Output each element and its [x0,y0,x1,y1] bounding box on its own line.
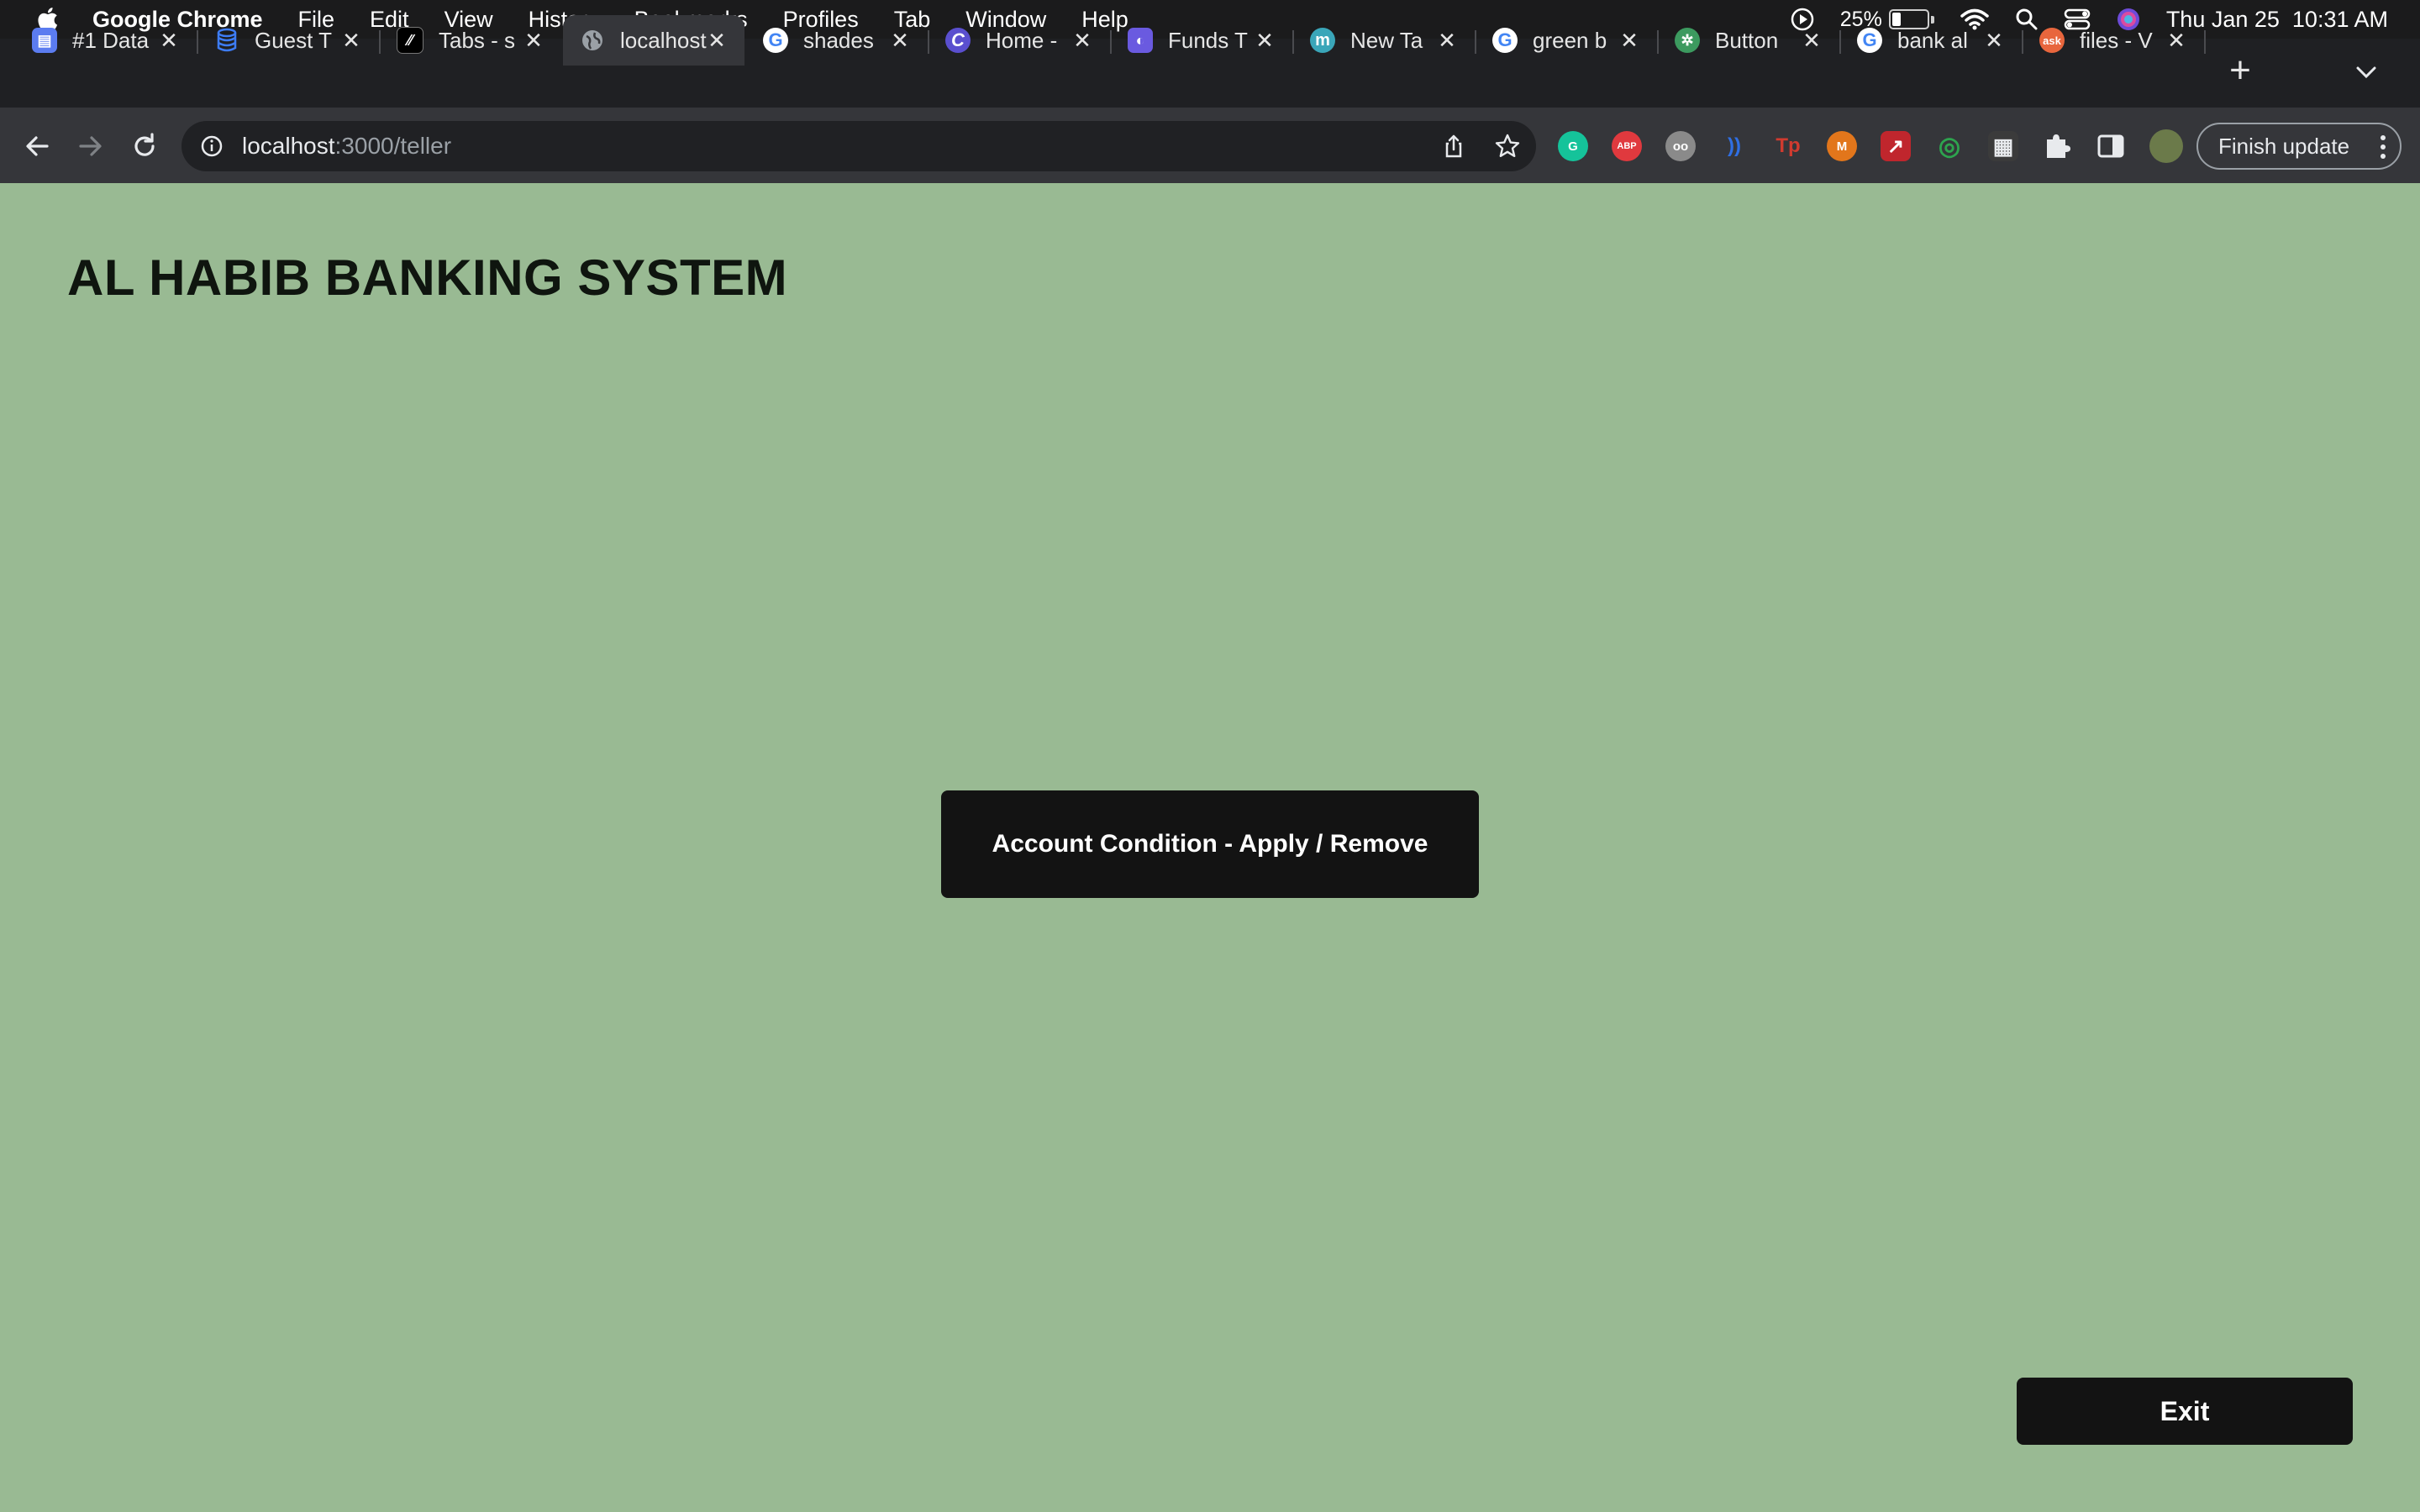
target-ext-icon[interactable]: ◎ [1934,131,1965,161]
browser-tab[interactable]: ◐ Funds T ✕ [1111,15,1292,66]
database-icon [214,28,239,53]
m-logo-icon: m [1310,28,1335,53]
tp-icon[interactable]: Tp [1773,131,1803,161]
arrow-ext-icon[interactable]: ↗ [1881,131,1911,161]
profile-avatar-icon[interactable] [2149,129,2183,163]
puzzle-icon[interactable] [2042,131,2072,161]
grid-ext-icon[interactable]: ▦ [1988,131,2018,161]
close-tab-icon[interactable]: ✕ [1799,28,1824,53]
ask-icon: ask [2039,28,2065,53]
url-host: localhost [242,133,335,159]
tab-title: files - V [2080,27,2153,53]
document-icon: ▤ [32,28,57,53]
close-tab-icon[interactable]: ✕ [887,28,913,53]
reload-icon[interactable] [129,131,160,161]
page-title: AL HABIB BANKING SYSTEM [67,249,788,306]
browser-tab[interactable]: G shades ✕ [746,15,928,66]
google-icon: G [1857,28,1882,53]
adblock-icon[interactable]: ABP [1612,131,1642,161]
site-info-icon[interactable] [200,134,224,158]
sidepanel-icon[interactable] [2096,131,2126,161]
address-bar[interactable]: localhost:3000/teller [182,121,1536,171]
tab-title: Button [1715,27,1779,53]
tab-title: localhost [620,27,707,53]
funds-icon: ◐ [1128,28,1153,53]
close-tab-icon[interactable]: ✕ [156,28,182,53]
close-tab-icon[interactable]: ✕ [704,28,729,53]
browser-tab-active[interactable]: localhost ✕ [563,15,744,66]
browser-tab[interactable]: ask files - V ✕ [2023,15,2204,66]
browser-tab[interactable]: G green b ✕ [1476,15,1657,66]
close-tab-icon[interactable]: ✕ [521,28,546,53]
tab-title: Home - [986,27,1058,53]
url-path: :3000/teller [334,133,452,159]
browser-tab[interactable]: Guest T ✕ [197,15,379,66]
close-tab-icon[interactable]: ✕ [1434,28,1460,53]
globe-icon [580,28,605,53]
close-tab-icon[interactable]: ✕ [1070,28,1095,53]
browser-tab[interactable]: m New Ta ✕ [1293,15,1475,66]
browser-tab[interactable]: ✲ Button ✕ [1658,15,1839,66]
new-tab-icon[interactable]: + [2225,52,2255,89]
c-logo-icon: C [945,28,971,53]
bookmark-star-icon[interactable] [1494,133,1521,160]
close-tab-icon[interactable]: ✕ [1252,28,1277,53]
google-icon: G [1492,28,1518,53]
wave-icon[interactable]: )) [1719,131,1749,161]
browser-tab[interactable]: C Home - ✕ [929,15,1110,66]
glasses-icon[interactable]: oo [1665,131,1696,161]
tab-title: Guest T [255,27,333,53]
tab-title: bank al [1897,27,1968,53]
close-tab-icon[interactable]: ✕ [2164,28,2189,53]
grammarly-icon[interactable]: G [1558,131,1588,161]
chevron-down-icon[interactable] [2354,62,2378,82]
back-arrow-icon[interactable] [22,131,52,161]
tab-title: green b [1533,27,1607,53]
google-icon: G [763,28,788,53]
tab-title: New Ta [1350,27,1423,53]
finish-update-label: Finish update [2218,133,2350,159]
browser-tab[interactable]: ▤ #1 Data ✕ [15,15,197,66]
account-condition-button[interactable]: Account Condition - Apply / Remove [941,790,1479,898]
close-tab-icon[interactable]: ✕ [1617,28,1642,53]
finish-update-button[interactable]: Finish update [2196,123,2402,170]
browser-tab[interactable]: G bank al ✕ [1840,15,2022,66]
exit-button[interactable]: Exit [2017,1378,2353,1445]
tab-title: Funds T [1168,27,1248,53]
share-icon[interactable] [1440,133,1467,160]
close-tab-icon[interactable]: ✕ [1981,28,2007,53]
close-tab-icon[interactable]: ✕ [339,28,364,53]
tab-title: shades [803,27,874,53]
browser-tab[interactable]: ⁄⁄ Tabs - s ✕ [380,15,561,66]
tab-separator [2204,30,2206,54]
more-menu-icon[interactable] [2380,134,2386,160]
tab-title: #1 Data [72,27,150,53]
button-site-icon: ✲ [1675,28,1700,53]
metamask-icon[interactable]: M [1827,131,1857,161]
shadcn-icon: ⁄⁄ [397,27,424,54]
forward-arrow-icon[interactable] [76,131,106,161]
